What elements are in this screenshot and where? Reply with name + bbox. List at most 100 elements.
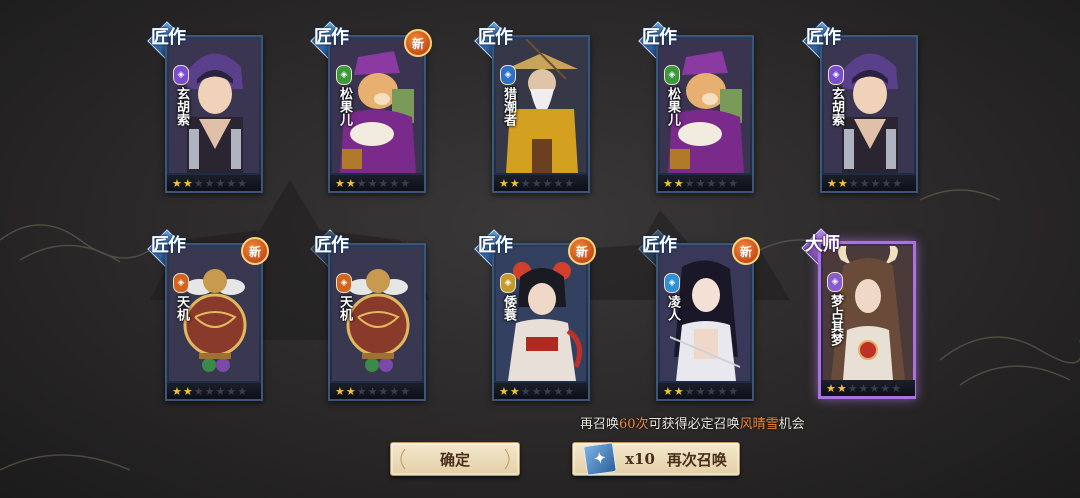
confirm-button[interactable]: 确定 — [390, 442, 520, 476]
element-purple-icon: ◈ — [827, 272, 843, 292]
star-filled-icon: ★ — [663, 384, 673, 398]
hero-card[interactable]: 匠作 ◈ 猎潮者 ★ ★ ★ ★ ★ ★ ★ — [478, 27, 590, 193]
hero-name: 凌人 — [665, 295, 680, 321]
star-empty-icon: ★ — [564, 176, 575, 190]
star-filled-icon: ★ — [509, 384, 520, 398]
flourish-left-icon — [400, 449, 406, 469]
hero-card[interactable]: 匠作 ◈ 天机 ★ ★ ★ ★ ★ ★ ★ — [314, 235, 426, 401]
star-empty-icon: ★ — [367, 384, 378, 398]
star-rating: ★ ★ ★ ★ ★ ★ ★ — [330, 175, 424, 191]
star-empty-icon: ★ — [553, 176, 564, 190]
hero-card[interactable]: 匠作 ◈ 松果儿 ★ ★ ★ ★ ★ ★ ★ — [642, 27, 754, 193]
star-empty-icon: ★ — [204, 176, 215, 190]
hero-card[interactable]: 匠作 ◈ 松果儿 新 ★ ★ ★ ★ ★ ★ ★ — [314, 27, 432, 193]
star-empty-icon: ★ — [215, 384, 226, 398]
hero-name: 玄胡索 — [829, 87, 844, 126]
star-empty-icon: ★ — [356, 176, 367, 190]
star-empty-icon: ★ — [847, 381, 858, 395]
hero-name: 松果儿 — [337, 87, 352, 126]
star-empty-icon: ★ — [226, 176, 237, 190]
star-rating: ★ ★ ★ ★ ★ ★ ★ — [494, 175, 588, 191]
hero-name: 玄胡索 — [174, 87, 189, 126]
star-empty-icon: ★ — [389, 176, 400, 190]
star-empty-icon: ★ — [728, 176, 739, 190]
star-empty-icon: ★ — [706, 384, 717, 398]
grade-badge: 匠作 — [642, 23, 690, 55]
star-filled-icon: ★ — [837, 176, 848, 190]
hero-name: 梦占其梦 — [828, 294, 843, 346]
star-empty-icon: ★ — [237, 384, 248, 398]
star-empty-icon: ★ — [881, 176, 892, 190]
element-purple-icon: ◈ — [828, 65, 844, 85]
element-orange-icon: ◈ — [173, 273, 189, 293]
star-empty-icon: ★ — [226, 384, 237, 398]
new-badge: 新 — [568, 237, 596, 265]
hero-name: 倭蓑 — [501, 295, 516, 321]
star-filled-icon: ★ — [499, 176, 509, 190]
star-empty-icon: ★ — [542, 384, 553, 398]
star-empty-icon: ★ — [891, 381, 902, 395]
star-empty-icon: ★ — [870, 176, 881, 190]
summon-ticket-icon: ✦ — [583, 442, 618, 476]
star-filled-icon: ★ — [335, 176, 345, 190]
star-filled-icon: ★ — [836, 381, 847, 395]
hero-card[interactable]: 匠作 ◈ 凌人 新 ★ ★ ★ ★ ★ ★ ★ — [642, 235, 760, 401]
star-filled-icon: ★ — [335, 384, 345, 398]
star-empty-icon: ★ — [378, 384, 389, 398]
grade-badge: 匠作 — [314, 23, 362, 55]
star-filled-icon: ★ — [673, 176, 684, 190]
element-yellow-icon: ◈ — [500, 273, 516, 293]
star-empty-icon: ★ — [215, 176, 226, 190]
element-blue-icon: ◈ — [664, 273, 680, 293]
star-empty-icon: ★ — [859, 176, 870, 190]
star-rating: ★ ★ ★ ★ ★ ★ ★ — [658, 175, 752, 191]
resummon-button[interactable]: ✦ x10 再次召唤 — [572, 442, 740, 476]
hero-card[interactable]: 大师 ◈ 梦占其梦 ★ ★ ★ ★ ★ ★ ★ — [805, 234, 916, 399]
star-empty-icon: ★ — [706, 176, 717, 190]
star-rating: ★ ★ ★ ★ ★ ★ ★ — [167, 175, 261, 191]
resummon-label: 再次召唤 — [666, 450, 727, 469]
star-empty-icon: ★ — [728, 384, 739, 398]
star-empty-icon: ★ — [193, 384, 204, 398]
star-empty-icon: ★ — [684, 176, 695, 190]
star-empty-icon: ★ — [542, 176, 553, 190]
star-filled-icon: ★ — [182, 176, 193, 190]
star-rating: ★ ★ ★ ★ ★ ★ ★ — [167, 383, 261, 399]
star-filled-icon: ★ — [673, 384, 684, 398]
grade-badge: 匠作 — [806, 23, 854, 55]
star-rating: ★ ★ ★ ★ ★ ★ ★ — [822, 175, 916, 191]
grade-badge: 匠作 — [314, 231, 362, 263]
hero-card[interactable]: 匠作 ◈ 玄胡索 ★ ★ ★ ★ ★ ★ ★ — [806, 27, 918, 193]
new-badge: 新 — [241, 237, 269, 265]
grade-badge: 匠作 — [151, 231, 199, 263]
element-green-icon: ◈ — [336, 65, 352, 85]
hero-name: 松果儿 — [665, 87, 680, 126]
star-filled-icon: ★ — [826, 381, 836, 395]
grade-badge: 匠作 — [478, 23, 526, 55]
star-filled-icon: ★ — [172, 176, 182, 190]
star-empty-icon: ★ — [717, 176, 728, 190]
hero-name: 天机 — [337, 295, 352, 321]
star-empty-icon: ★ — [553, 384, 564, 398]
star-empty-icon: ★ — [204, 384, 215, 398]
star-empty-icon: ★ — [869, 381, 880, 395]
star-empty-icon: ★ — [193, 176, 204, 190]
hero-name: 猎潮者 — [501, 87, 516, 126]
hero-card[interactable]: 匠作 ◈ 天机 新 ★ ★ ★ ★ ★ ★ ★ — [151, 235, 269, 401]
star-empty-icon: ★ — [520, 176, 531, 190]
star-empty-icon: ★ — [695, 384, 706, 398]
star-filled-icon: ★ — [345, 176, 356, 190]
confirm-label: 确定 — [439, 450, 470, 469]
star-empty-icon: ★ — [367, 176, 378, 190]
star-filled-icon: ★ — [345, 384, 356, 398]
resummon-count: x10 — [625, 450, 655, 468]
star-filled-icon: ★ — [172, 384, 182, 398]
star-filled-icon: ★ — [509, 176, 520, 190]
star-filled-icon: ★ — [182, 384, 193, 398]
star-empty-icon: ★ — [378, 176, 389, 190]
new-badge: 新 — [732, 237, 760, 265]
hero-card[interactable]: 匠作 ◈ 倭蓑 新 ★ ★ ★ ★ ★ ★ ★ — [478, 235, 596, 401]
hero-card[interactable]: 匠作 ◈ 玄胡索 ★ ★ ★ ★ ★ ★ ★ — [151, 27, 263, 193]
star-empty-icon: ★ — [858, 381, 869, 395]
star-empty-icon: ★ — [531, 176, 542, 190]
